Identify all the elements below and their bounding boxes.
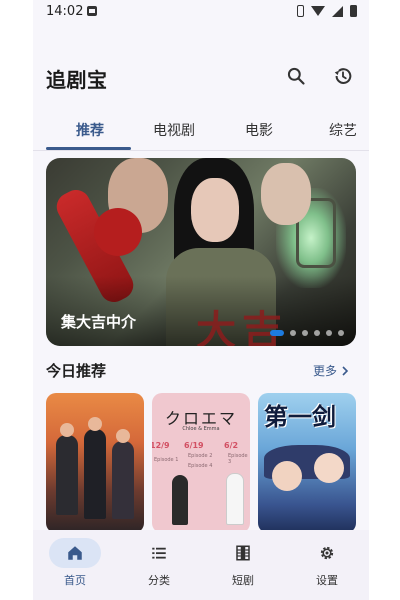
recommend-card-1[interactable] xyxy=(46,393,144,533)
poster-title: 第一剑 xyxy=(264,402,336,431)
search-icon xyxy=(287,67,305,85)
banner-title: 集大吉中介 xyxy=(61,313,137,331)
nav-settings-label: 设置 xyxy=(316,574,338,587)
poster-subtitle: Chloe & Emma xyxy=(182,426,220,432)
nav-home[interactable]: 首页 xyxy=(33,536,117,592)
nav-home-label: 首页 xyxy=(64,574,86,587)
home-icon xyxy=(68,546,82,560)
nav-category-label: 分类 xyxy=(148,574,170,587)
app-bar: 追剧宝 xyxy=(33,56,369,96)
banner-overlay-text: 大吉 xyxy=(196,307,288,346)
chevron-right-icon xyxy=(342,365,349,376)
poster-face xyxy=(314,453,344,483)
history-icon xyxy=(334,68,352,84)
nav-home-pill xyxy=(49,538,101,568)
history-button[interactable] xyxy=(329,62,357,90)
recommend-card-3[interactable]: 第一剑 xyxy=(258,393,356,533)
more-label: 更多 xyxy=(313,364,338,378)
nav-settings-pill xyxy=(301,538,353,568)
section-title: 今日推荐 xyxy=(46,362,107,380)
tab-variety[interactable]: 综艺 xyxy=(329,120,357,140)
banner-dot-3[interactable] xyxy=(302,330,308,336)
poster-episode: Episode 2 xyxy=(188,453,213,459)
poster-date: 12/9 xyxy=(152,441,170,450)
poster-head xyxy=(116,429,130,443)
phone-screen: 14:02 追剧宝 推荐 电视剧 电影 综艺 大吉 集大吉中介 今日推荐 更多 … xyxy=(33,0,369,600)
signal-icon xyxy=(332,5,343,17)
battery-icon xyxy=(350,5,357,17)
poster-figure xyxy=(84,429,106,519)
bottom-navigation: 首页 分类 短剧 设置 xyxy=(33,530,369,600)
category-tabs: 推荐 电视剧 电影 综艺 xyxy=(33,112,369,152)
banner-dot-4[interactable] xyxy=(314,330,320,336)
poster-episode: Episode 1 xyxy=(154,457,179,463)
banner-red-club-head xyxy=(94,208,142,256)
poster-figure xyxy=(226,473,244,525)
banner-dot-5[interactable] xyxy=(326,330,332,336)
poster-figure xyxy=(56,435,78,515)
banner-dot-1[interactable] xyxy=(270,330,284,336)
poster-episode: Episode 3 xyxy=(228,453,248,465)
more-link[interactable]: 更多 xyxy=(313,362,349,379)
poster-date: 6/2 xyxy=(224,441,239,450)
recommend-card-2[interactable]: クロエマ Chloe & Emma 12/9 6/19 6/2 Episode … xyxy=(152,393,250,533)
nav-short-drama[interactable]: 短剧 xyxy=(201,536,285,592)
nav-short-drama-label: 短剧 xyxy=(232,574,254,587)
featured-banner[interactable]: 大吉 集大吉中介 xyxy=(46,158,356,346)
status-time: 14:02 xyxy=(46,4,84,19)
poster-date: 6/19 xyxy=(184,441,204,450)
banner-dot-6[interactable] xyxy=(338,330,344,336)
poster-figure xyxy=(172,475,188,525)
banner-dot-2[interactable] xyxy=(290,330,296,336)
poster-figure xyxy=(112,441,134,519)
app-title: 追剧宝 xyxy=(46,68,108,92)
poster-head xyxy=(88,417,102,431)
phone-icon xyxy=(297,5,304,17)
list-icon xyxy=(152,547,166,559)
nav-short-drama-pill xyxy=(217,538,269,568)
gear-icon xyxy=(320,546,334,560)
poster-head xyxy=(60,423,74,437)
status-bar: 14:02 xyxy=(33,0,369,28)
nav-settings[interactable]: 设置 xyxy=(285,536,369,592)
poster-face xyxy=(272,461,302,491)
tab-recommend[interactable]: 推荐 xyxy=(76,120,104,140)
sim-card-icon xyxy=(87,6,97,16)
poster-episode: Episode 4 xyxy=(188,463,213,469)
status-icons xyxy=(297,5,357,17)
tab-movies[interactable]: 电影 xyxy=(245,120,273,140)
search-button[interactable] xyxy=(282,62,310,90)
banner-pagination xyxy=(270,330,344,336)
banner-person-center xyxy=(191,178,239,242)
wifi-icon xyxy=(311,6,325,16)
tab-tv-series[interactable]: 电视剧 xyxy=(153,120,195,140)
nav-category-pill xyxy=(133,538,185,568)
tab-divider xyxy=(33,150,369,151)
banner-person-right xyxy=(261,163,311,225)
film-icon xyxy=(236,545,250,561)
nav-category[interactable]: 分类 xyxy=(117,536,201,592)
